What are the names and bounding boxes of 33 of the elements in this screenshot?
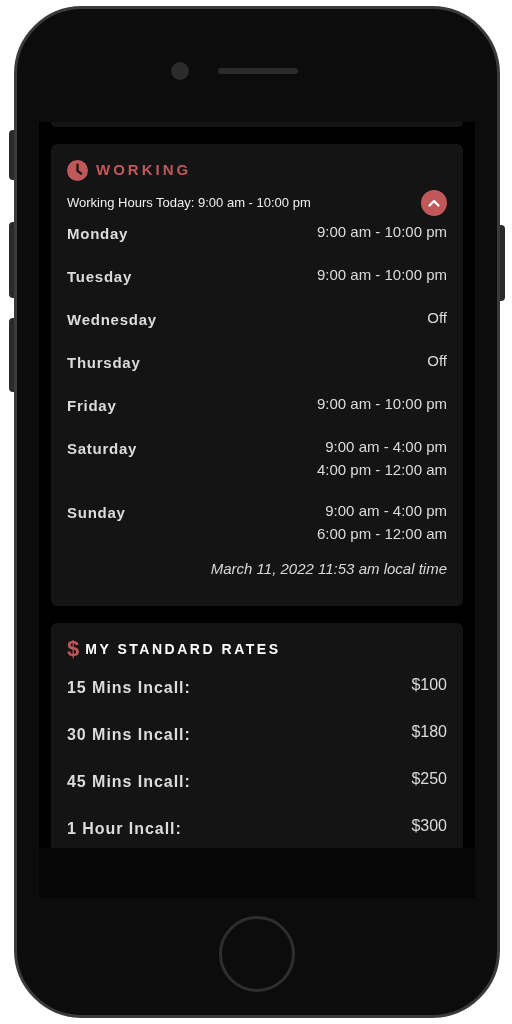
- day-hours: 6:00 pm - 12:00 am: [316, 524, 447, 544]
- day-hours: 9:00 am - 10:00 pm: [316, 394, 447, 414]
- day-name: Tuesday: [67, 267, 132, 287]
- day-hours: 9:00 am - 10:00 pm: [316, 265, 447, 285]
- day-hours: 4:00 pm - 12:00 am: [316, 460, 447, 480]
- rate-price: $180: [411, 722, 447, 742]
- clock-icon: [67, 159, 88, 181]
- day-name: Monday: [67, 224, 129, 244]
- day-name: Wednesday: [67, 310, 157, 330]
- dollar-icon: $: [67, 638, 80, 660]
- day-name: Sunday: [67, 503, 126, 523]
- camera-icon: [171, 62, 189, 80]
- rate-label: 1 Hour Incall:: [67, 819, 182, 839]
- day-hours: 9:00 am - 4:00 pm: [325, 501, 447, 521]
- rate-price: $250: [411, 769, 447, 789]
- day-hours: Off: [427, 308, 447, 328]
- rate-price: $300: [411, 816, 447, 836]
- rate-price: $100: [411, 675, 447, 695]
- section-title: WORKING: [96, 159, 192, 180]
- day-hours: Off: [427, 351, 447, 371]
- section-title: MY STANDARD RATES: [85, 639, 281, 659]
- rate-label: 45 Mins Incall:: [67, 772, 191, 792]
- day-name: Saturday: [67, 439, 138, 459]
- today-hours: Working Hours Today: 9:00 am - 10:00 pm: [67, 194, 311, 213]
- rate-label: 30 Mins Incall:: [67, 725, 191, 745]
- local-time: March 11, 2022 11:53 am local time: [210, 559, 447, 579]
- day-name: Thursday: [67, 353, 141, 373]
- day-hours: 9:00 am - 10:00 pm: [316, 222, 447, 242]
- chevron-up-icon: [428, 199, 440, 207]
- rate-label: 15 Mins Incall:: [67, 678, 191, 698]
- day-name: Friday: [67, 396, 117, 416]
- day-hours: 9:00 am - 4:00 pm: [325, 437, 447, 457]
- collapse-button[interactable]: [421, 190, 447, 216]
